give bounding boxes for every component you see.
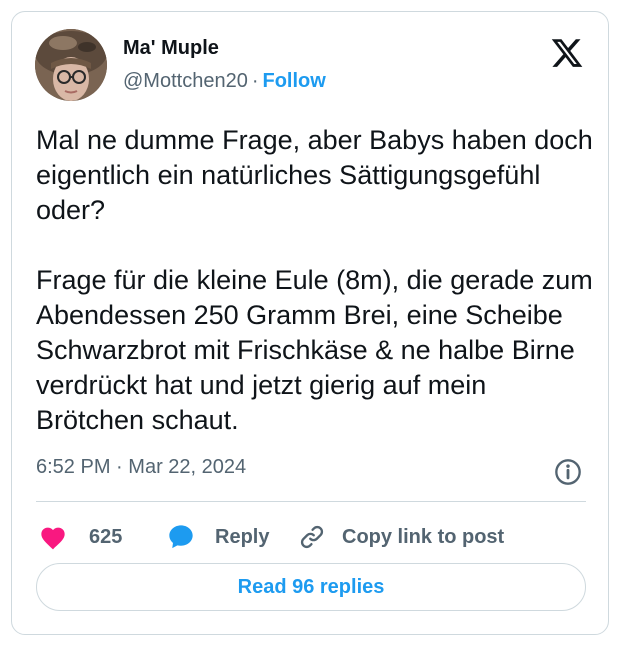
avatar[interactable] (35, 29, 107, 101)
tweet-paragraph-1: Mal ne dumme Frage, aber Babys haben doc… (36, 125, 593, 225)
read-replies-button[interactable]: Read 96 replies (36, 563, 586, 611)
handle-separator: · (251, 70, 259, 92)
x-logo-icon[interactable] (550, 36, 584, 70)
link-icon (300, 525, 324, 549)
tweet-time: 6:52 PM (36, 456, 111, 478)
author-handle[interactable]: @Mottchen20 (123, 70, 248, 92)
reply-label: Reply (215, 525, 270, 548)
reply-bubble-icon (169, 525, 193, 549)
author-display-name[interactable]: Ma' Muple (123, 37, 219, 60)
copy-link-label: Copy link to post (342, 525, 505, 548)
tweet-timestamp[interactable]: 6:52 PM · Mar 22, 2024 (36, 456, 246, 479)
tweet-paragraph-2: Frage für die kleine Eule (8m), die gera… (36, 265, 593, 435)
tweet-text: Mal ne dumme Frage, aber Babys haben doc… (36, 123, 596, 438)
tweet-date: Mar 22, 2024 (128, 456, 247, 478)
author-handle-row: @Mottchen20 · Follow (123, 70, 326, 93)
like-count: 625 (89, 525, 123, 548)
reply-button[interactable]: Reply (167, 517, 269, 557)
action-bar: 625 Reply Copy link to post (36, 517, 596, 557)
copy-link-button[interactable]: Copy link to post (298, 517, 504, 557)
divider (36, 501, 586, 502)
tweet-card: Ma' Muple @Mottchen20 · Follow Mal ne dumm… (11, 11, 609, 635)
follow-button[interactable]: Follow (263, 70, 326, 92)
like-button[interactable]: 625 (39, 517, 122, 557)
info-icon[interactable] (554, 458, 582, 486)
heart-icon (41, 527, 65, 550)
timestamp-separator: · (116, 456, 123, 478)
